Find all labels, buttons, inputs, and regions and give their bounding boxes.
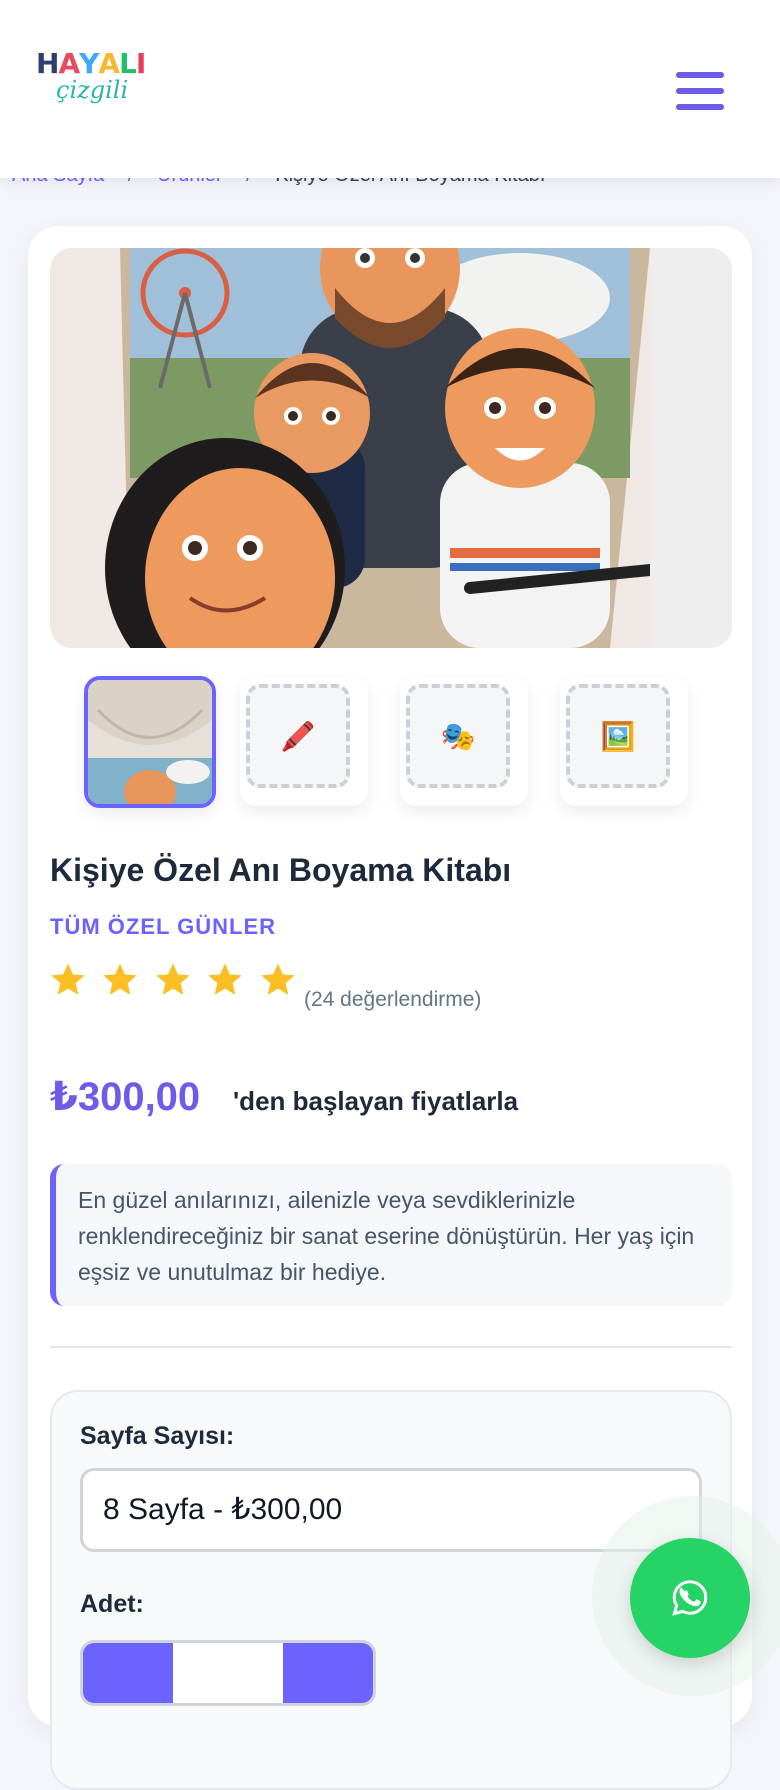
family-illustration (50, 248, 732, 648)
divider (50, 1346, 732, 1348)
quantity-decrease-button[interactable] (83, 1643, 173, 1703)
product-title: Kişiye Özel Anı Boyama Kitabı (50, 852, 512, 888)
page-count-label: Sayfa Sayısı: (80, 1422, 235, 1450)
star-icon (261, 963, 295, 995)
whatsapp-button[interactable] (630, 1538, 750, 1658)
site-header: HAYALI çizgili (0, 0, 780, 178)
quantity-label: Adet: (80, 1590, 144, 1618)
star-icon (156, 963, 190, 995)
logo-wordmark: HAYALI (36, 47, 146, 80)
thumbnail-strip: 🖍️ 🎭 🖼️ (84, 676, 704, 808)
quantity-increase-button[interactable] (283, 1643, 373, 1703)
logo[interactable]: HAYALI çizgili (36, 50, 146, 110)
review-count[interactable]: (24 değerlendirme) (304, 988, 481, 1012)
star-icon (208, 963, 243, 995)
product-main-image[interactable] (50, 248, 732, 648)
hamburger-icon[interactable] (676, 72, 724, 110)
product-price: ₺300,00 (50, 1075, 201, 1119)
theater-masks-icon: 🎭 (406, 684, 510, 788)
star-icon (51, 963, 85, 995)
logo-subtext: çizgili (56, 76, 129, 104)
framed-picture-icon: 🖼️ (566, 684, 670, 788)
whatsapp-icon (672, 1580, 708, 1616)
thumbnail-1[interactable] (84, 676, 216, 808)
quantity-stepper (80, 1640, 376, 1706)
star-icon (103, 963, 138, 995)
thumbnail-2[interactable]: 🖍️ (240, 678, 368, 806)
price-suffix: 'den başlayan fiyatlarla (233, 1086, 519, 1116)
product-description: En güzel anılarınızı, ailenizle veya sev… (50, 1164, 732, 1306)
rating-stars (48, 960, 306, 1000)
thumbnail-4[interactable]: 🖼️ (560, 678, 688, 806)
photo-thumbnail (88, 680, 212, 804)
product-card: 🖍️ 🎭 🖼️ Kişiye Özel Anı Boyama Kitabı TÜ… (28, 226, 752, 1790)
thumbnail-3[interactable]: 🎭 (400, 678, 528, 806)
product-category[interactable]: TÜM ÖZEL GÜNLER (50, 914, 276, 940)
crayon-icon: 🖍️ (246, 684, 350, 788)
